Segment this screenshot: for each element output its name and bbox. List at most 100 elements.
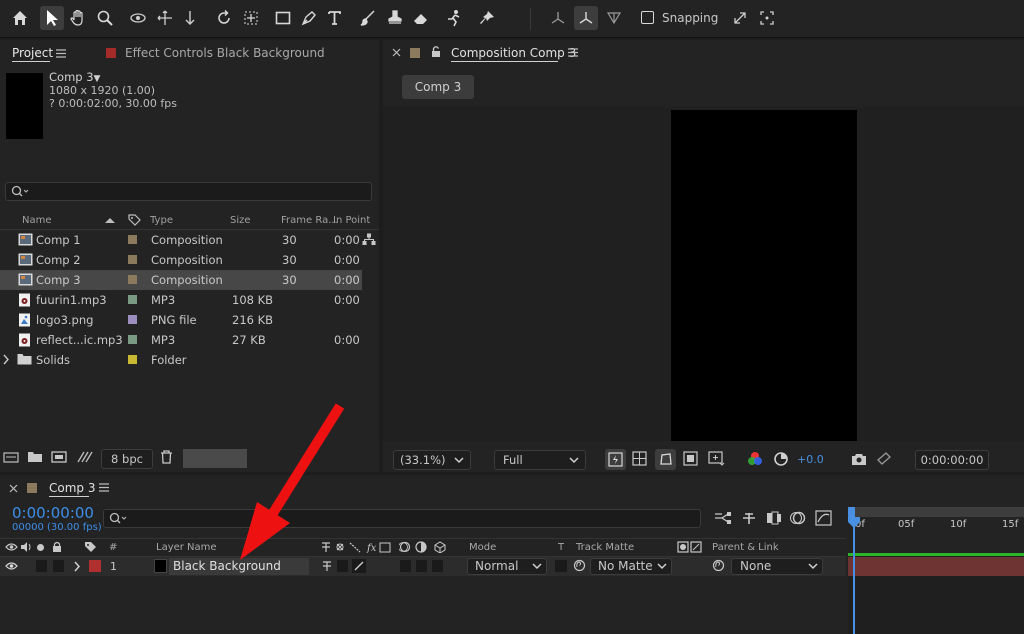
bit-depth-button[interactable]: 8 bpc [101, 449, 153, 469]
magnification-dropdown[interactable]: (33.1%) [393, 450, 471, 470]
close-tab-icon[interactable] [9, 484, 18, 493]
clone-stamp-tool-icon[interactable] [383, 6, 407, 30]
project-item-row[interactable]: Comp 3 Composition 30 0:00: [0, 270, 362, 290]
selection-tool-icon[interactable] [40, 6, 64, 30]
viewer-timecode[interactable]: 0:00:00:00 [915, 450, 989, 470]
column-size[interactable]: Size [230, 215, 251, 226]
draft-3d-icon[interactable] [741, 510, 757, 526]
column-frame-rate[interactable]: Frame Ra... [281, 215, 338, 226]
column-mode[interactable]: Mode [469, 542, 496, 553]
project-item-row[interactable]: Solids Folder [0, 350, 362, 370]
pan-camera-icon[interactable] [153, 6, 177, 30]
parent-pickwhip-icon[interactable] [712, 559, 725, 572]
parent-dropdown[interactable]: None [731, 558, 823, 575]
layer-blur-switch[interactable] [400, 560, 411, 572]
item-label-color[interactable] [128, 295, 137, 304]
comp-info-name[interactable]: Comp 3▼ [49, 70, 100, 84]
layer-shy-switch-icon[interactable] [321, 560, 333, 572]
column-type[interactable]: Type [150, 215, 173, 226]
layer-duration-bar[interactable] [848, 557, 1024, 576]
dolly-camera-icon[interactable] [178, 6, 202, 30]
layer-solo-box[interactable] [36, 560, 47, 572]
local-axis-mode-icon[interactable] [546, 6, 570, 30]
item-label-color[interactable] [128, 315, 137, 324]
close-tab-icon[interactable] [392, 48, 401, 57]
mask-visibility-icon[interactable] [655, 449, 676, 470]
tab-timeline-comp[interactable]: Comp 3 [49, 481, 95, 495]
rectangle-tool-icon[interactable] [271, 6, 295, 30]
panel-menu-icon[interactable] [55, 47, 67, 59]
layer-lock-box[interactable] [53, 560, 64, 572]
matte-pickwhip-icon[interactable] [573, 559, 586, 572]
comp-breadcrumb-button[interactable]: Comp 3 [402, 75, 474, 99]
snapshot-camera-icon[interactable] [851, 452, 867, 466]
layer-3d-switch[interactable] [432, 560, 443, 572]
grid-guides-icon[interactable] [708, 451, 725, 466]
preserve-transparency-box[interactable] [555, 560, 567, 572]
track-matte-dropdown[interactable]: No Matte [590, 558, 672, 575]
expand-folder-chevron-icon[interactable] [3, 354, 10, 365]
lock-icon[interactable] [431, 45, 441, 58]
graph-editor-icon[interactable] [815, 510, 832, 526]
composition-mini-flowchart-icon[interactable] [714, 510, 732, 526]
solo-icon[interactable] [37, 544, 44, 551]
layer-visibility-eye-icon[interactable] [5, 561, 18, 571]
column-parent-link[interactable]: Parent & Link [712, 542, 779, 553]
color-channels-icon[interactable] [747, 451, 763, 467]
pen-tool-icon[interactable] [297, 6, 321, 30]
fast-preview-icon[interactable] [605, 449, 626, 470]
zoom-tool-icon[interactable] [93, 6, 117, 30]
snap-target-icon[interactable] [755, 6, 779, 30]
layer-quality-icon[interactable] [352, 559, 366, 573]
tab-composition[interactable]: Composition Comp 3 [451, 46, 576, 60]
item-label-color[interactable] [128, 335, 137, 344]
frame-blending-icon[interactable] [766, 510, 782, 526]
panel-menu-icon[interactable] [99, 483, 109, 492]
project-item-row[interactable]: logo3.png PNG file 216 KB [0, 310, 362, 330]
view-axis-mode-icon[interactable] [602, 6, 626, 30]
expand-layer-chevron-icon[interactable] [73, 561, 81, 572]
roto-brush-tool-icon[interactable] [442, 6, 466, 30]
timeline-track-area[interactable] [848, 576, 1024, 634]
eraser-tool-icon[interactable] [409, 6, 433, 30]
hand-tool-icon[interactable] [66, 6, 90, 30]
matte-switches-icon[interactable] [677, 541, 703, 553]
project-search-input[interactable] [5, 182, 372, 201]
tab-project[interactable]: Project [12, 46, 53, 60]
transparency-grid-icon[interactable] [632, 451, 647, 466]
item-label-color[interactable] [128, 255, 137, 264]
column-layer-name[interactable]: Layer Name [156, 542, 217, 553]
flowchart-icon[interactable] [76, 450, 94, 463]
audio-icon[interactable] [20, 541, 33, 553]
rotation-tool-icon[interactable] [212, 6, 236, 30]
snapping-checkbox[interactable] [641, 11, 654, 24]
column-track-matte[interactable]: Track Matte [576, 542, 634, 553]
resolution-dropdown[interactable]: Full [494, 450, 586, 470]
item-label-color[interactable] [128, 355, 137, 364]
show-snapshot-icon[interactable] [876, 451, 892, 465]
lock-icon[interactable] [52, 541, 62, 553]
label-tag-icon[interactable] [128, 214, 141, 226]
switches-shy-icon[interactable]: fx [320, 541, 392, 553]
project-item-row[interactable]: Comp 1 Composition 30 0:00: [0, 230, 362, 250]
trash-icon[interactable] [160, 450, 173, 464]
work-area-bar[interactable] [848, 507, 1024, 517]
home-icon[interactable] [8, 6, 32, 30]
world-axis-mode-icon[interactable] [574, 6, 598, 30]
orbit-camera-icon[interactable] [127, 6, 151, 30]
tab-effect-controls[interactable]: Effect Controls Black Background [125, 46, 325, 60]
puppet-pin-tool-icon[interactable] [475, 6, 499, 30]
interpret-footage-icon[interactable] [3, 451, 19, 463]
item-label-color[interactable] [128, 235, 137, 244]
flowchart-node-icon[interactable] [362, 233, 376, 246]
column-in-point[interactable]: In Point [333, 215, 370, 226]
layer-label-color[interactable] [89, 560, 101, 572]
video-visibility-icon[interactable] [5, 542, 18, 552]
blend-mode-dropdown[interactable]: Normal [467, 558, 547, 575]
project-item-row[interactable]: fuurin1.mp3 MP3 108 KB 0:00: [0, 290, 362, 310]
switches-blur-3d-icon[interactable] [399, 541, 463, 553]
brush-tool-icon[interactable] [356, 6, 380, 30]
layer-name-field[interactable]: Black Background [169, 558, 309, 575]
exposure-value[interactable]: +0.0 [797, 453, 824, 466]
thumbnail-transparency-bar[interactable] [183, 449, 247, 468]
